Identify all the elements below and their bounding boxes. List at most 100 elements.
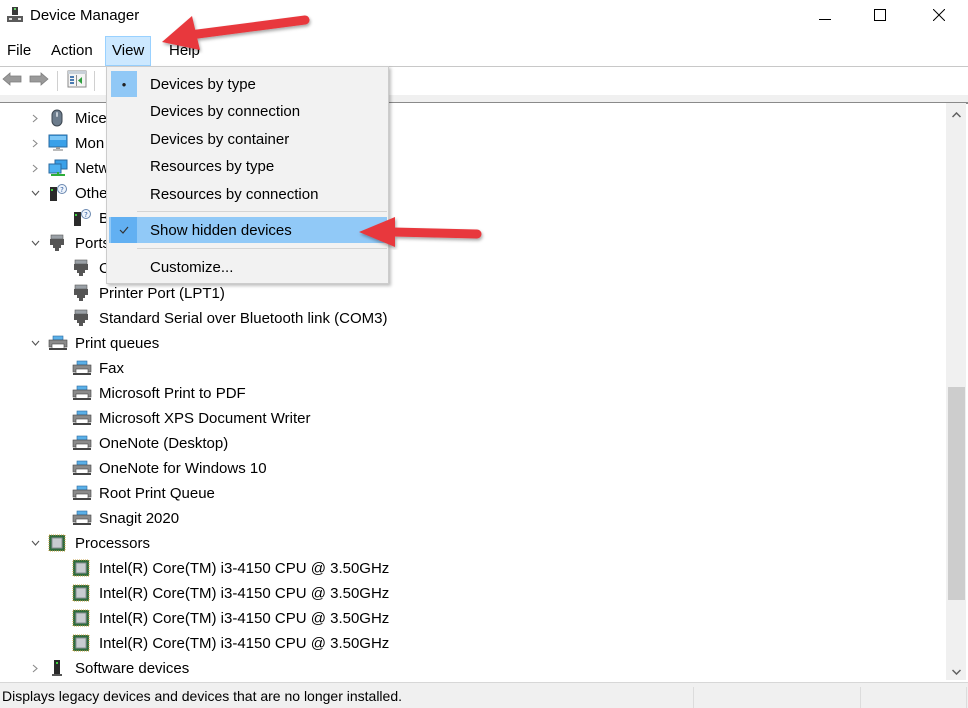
- processor-icon: [72, 584, 90, 602]
- window-title: Device Manager: [30, 7, 140, 24]
- tree-device[interactable]: Intel(R) Core(TM) i3-4150 CPU @ 3.50GHz: [0, 631, 946, 656]
- processor-icon: [72, 634, 90, 652]
- tree-node-label: Intel(R) Core(TM) i3-4150 CPU @ 3.50GHz: [99, 560, 390, 577]
- tree-node-label: Intel(R) Core(TM) i3-4150 CPU @ 3.50GHz: [99, 585, 390, 602]
- printer-icon: [72, 384, 92, 402]
- menu-item-resources-by-connection[interactable]: Resources by connection: [109, 181, 387, 207]
- close-button[interactable]: [910, 0, 968, 32]
- tree-node-label: Standard Serial over Bluetooth link (COM…: [99, 310, 388, 327]
- tree-device[interactable]: Snagit 2020: [0, 506, 946, 531]
- tree-node-label: Software devices: [75, 660, 190, 677]
- chevron-down-icon[interactable]: [29, 237, 41, 249]
- mouse-icon: [48, 109, 66, 127]
- forward-icon: [29, 71, 49, 91]
- tree-node-label: Mice: [75, 110, 107, 127]
- scroll-up-button[interactable]: [946, 103, 966, 123]
- device-manager-icon: [6, 6, 24, 24]
- tree-node-label: Othe: [75, 185, 108, 202]
- tree-category[interactable]: Print queues: [0, 331, 946, 356]
- tree-node-label: Intel(R) Core(TM) i3-4150 CPU @ 3.50GHz: [99, 610, 390, 627]
- tree-device[interactable]: OneNote (Desktop): [0, 431, 946, 456]
- properties-pane-icon: [67, 70, 87, 92]
- menu-item-label: Show hidden devices: [150, 222, 292, 239]
- scroll-down-button[interactable]: [946, 660, 966, 680]
- menu-item-resources-by-type[interactable]: Resources by type: [109, 153, 387, 179]
- menu-action[interactable]: Action: [45, 36, 99, 66]
- chevron-up-icon: [951, 105, 961, 122]
- tree-device[interactable]: Intel(R) Core(TM) i3-4150 CPU @ 3.50GHz: [0, 581, 946, 606]
- status-text: Displays legacy devices and devices that…: [2, 688, 403, 704]
- show-hide-console-tree-button[interactable]: [66, 70, 88, 92]
- vertical-scrollbar[interactable]: [946, 103, 966, 680]
- tree-node-label: Microsoft XPS Document Writer: [99, 410, 311, 427]
- printer-icon: [72, 359, 92, 377]
- tree-device[interactable]: Printer Port (LPT1): [0, 281, 946, 306]
- menu-item-label: Devices by type: [150, 76, 256, 93]
- port-icon: [72, 309, 90, 327]
- chevron-down-icon[interactable]: [29, 337, 41, 349]
- software-device-icon: [48, 659, 66, 677]
- tree-node-label: Snagit 2020: [99, 510, 180, 527]
- menu-item-label: Resources by type: [150, 158, 275, 175]
- unknown-device-icon: ?: [72, 209, 91, 227]
- svg-text:?: ?: [84, 211, 88, 219]
- menu-view[interactable]: View: [105, 36, 152, 66]
- status-bar: Displays legacy devices and devices that…: [0, 682, 968, 708]
- tree-device[interactable]: Microsoft Print to PDF: [0, 381, 946, 406]
- menu-item-show-hidden-devices[interactable]: Show hidden devices: [109, 217, 387, 243]
- chevron-down-icon[interactable]: [29, 187, 41, 199]
- menu-item-devices-by-connection[interactable]: Devices by connection: [109, 98, 387, 124]
- tree-device[interactable]: Root Print Queue: [0, 481, 946, 506]
- back-button[interactable]: [1, 71, 23, 91]
- tree-device[interactable]: Intel(R) Core(TM) i3-4150 CPU @ 3.50GHz: [0, 556, 946, 581]
- close-icon: [932, 8, 946, 25]
- svg-text:?: ?: [60, 186, 64, 194]
- unknown-device-icon: ?: [48, 184, 67, 202]
- scrollbar-thumb[interactable]: [948, 387, 965, 600]
- menu-item-label: Resources by connection: [150, 186, 319, 203]
- minimize-button[interactable]: [796, 0, 854, 32]
- status-divider: [966, 687, 967, 708]
- chevron-right-icon[interactable]: [29, 137, 41, 149]
- maximize-icon: [874, 8, 886, 25]
- menu-item-devices-by-type[interactable]: • Devices by type: [109, 71, 387, 97]
- tree-node-label: OneNote (Desktop): [99, 435, 229, 452]
- menu-file[interactable]: File: [1, 36, 37, 66]
- menu-item-label: Devices by container: [150, 131, 290, 148]
- tree-device[interactable]: OneNote for Windows 10: [0, 456, 946, 481]
- tree-category[interactable]: Software devices: [0, 656, 946, 680]
- menu-help[interactable]: Help: [163, 36, 206, 66]
- processor-icon: [72, 559, 90, 577]
- menu-item-label: Devices by connection: [150, 103, 301, 120]
- tree-node-label: Microsoft Print to PDF: [99, 385, 246, 402]
- minimize-icon: [819, 8, 831, 25]
- port-icon: [48, 234, 66, 252]
- tree-node-label: Print queues: [75, 335, 160, 352]
- menu-item-devices-by-container[interactable]: Devices by container: [109, 126, 387, 152]
- printer-icon: [72, 409, 92, 427]
- status-divider: [860, 687, 861, 708]
- view-menu-dropdown: • Devices by type Devices by connection …: [106, 66, 389, 284]
- tree-node-label: Ports: [75, 235, 111, 252]
- tree-device[interactable]: Microsoft XPS Document Writer: [0, 406, 946, 431]
- chevron-right-icon[interactable]: [29, 162, 41, 174]
- port-icon: [72, 284, 90, 302]
- menu-item-label: Customize...: [150, 259, 234, 276]
- chevron-right-icon[interactable]: [29, 112, 41, 124]
- chevron-down-icon[interactable]: [29, 537, 41, 549]
- tree-node-label: Processors: [75, 535, 151, 552]
- tree-device[interactable]: Intel(R) Core(TM) i3-4150 CPU @ 3.50GHz: [0, 606, 946, 631]
- network-icon: [48, 159, 68, 177]
- tree-device[interactable]: Standard Serial over Bluetooth link (COM…: [0, 306, 946, 331]
- menu-separator: [137, 248, 387, 249]
- chevron-right-icon[interactable]: [29, 662, 41, 674]
- tree-category[interactable]: Processors: [0, 531, 946, 556]
- tree-node-label: Netw: [75, 160, 110, 177]
- forward-button[interactable]: [28, 71, 50, 91]
- monitor-icon: [48, 134, 68, 152]
- menu-item-customize[interactable]: Customize...: [109, 254, 387, 280]
- tree-device[interactable]: Fax: [0, 356, 946, 381]
- menu-bar: File Action View Help: [0, 36, 968, 66]
- maximize-button[interactable]: [851, 0, 909, 32]
- processor-icon: [48, 534, 66, 552]
